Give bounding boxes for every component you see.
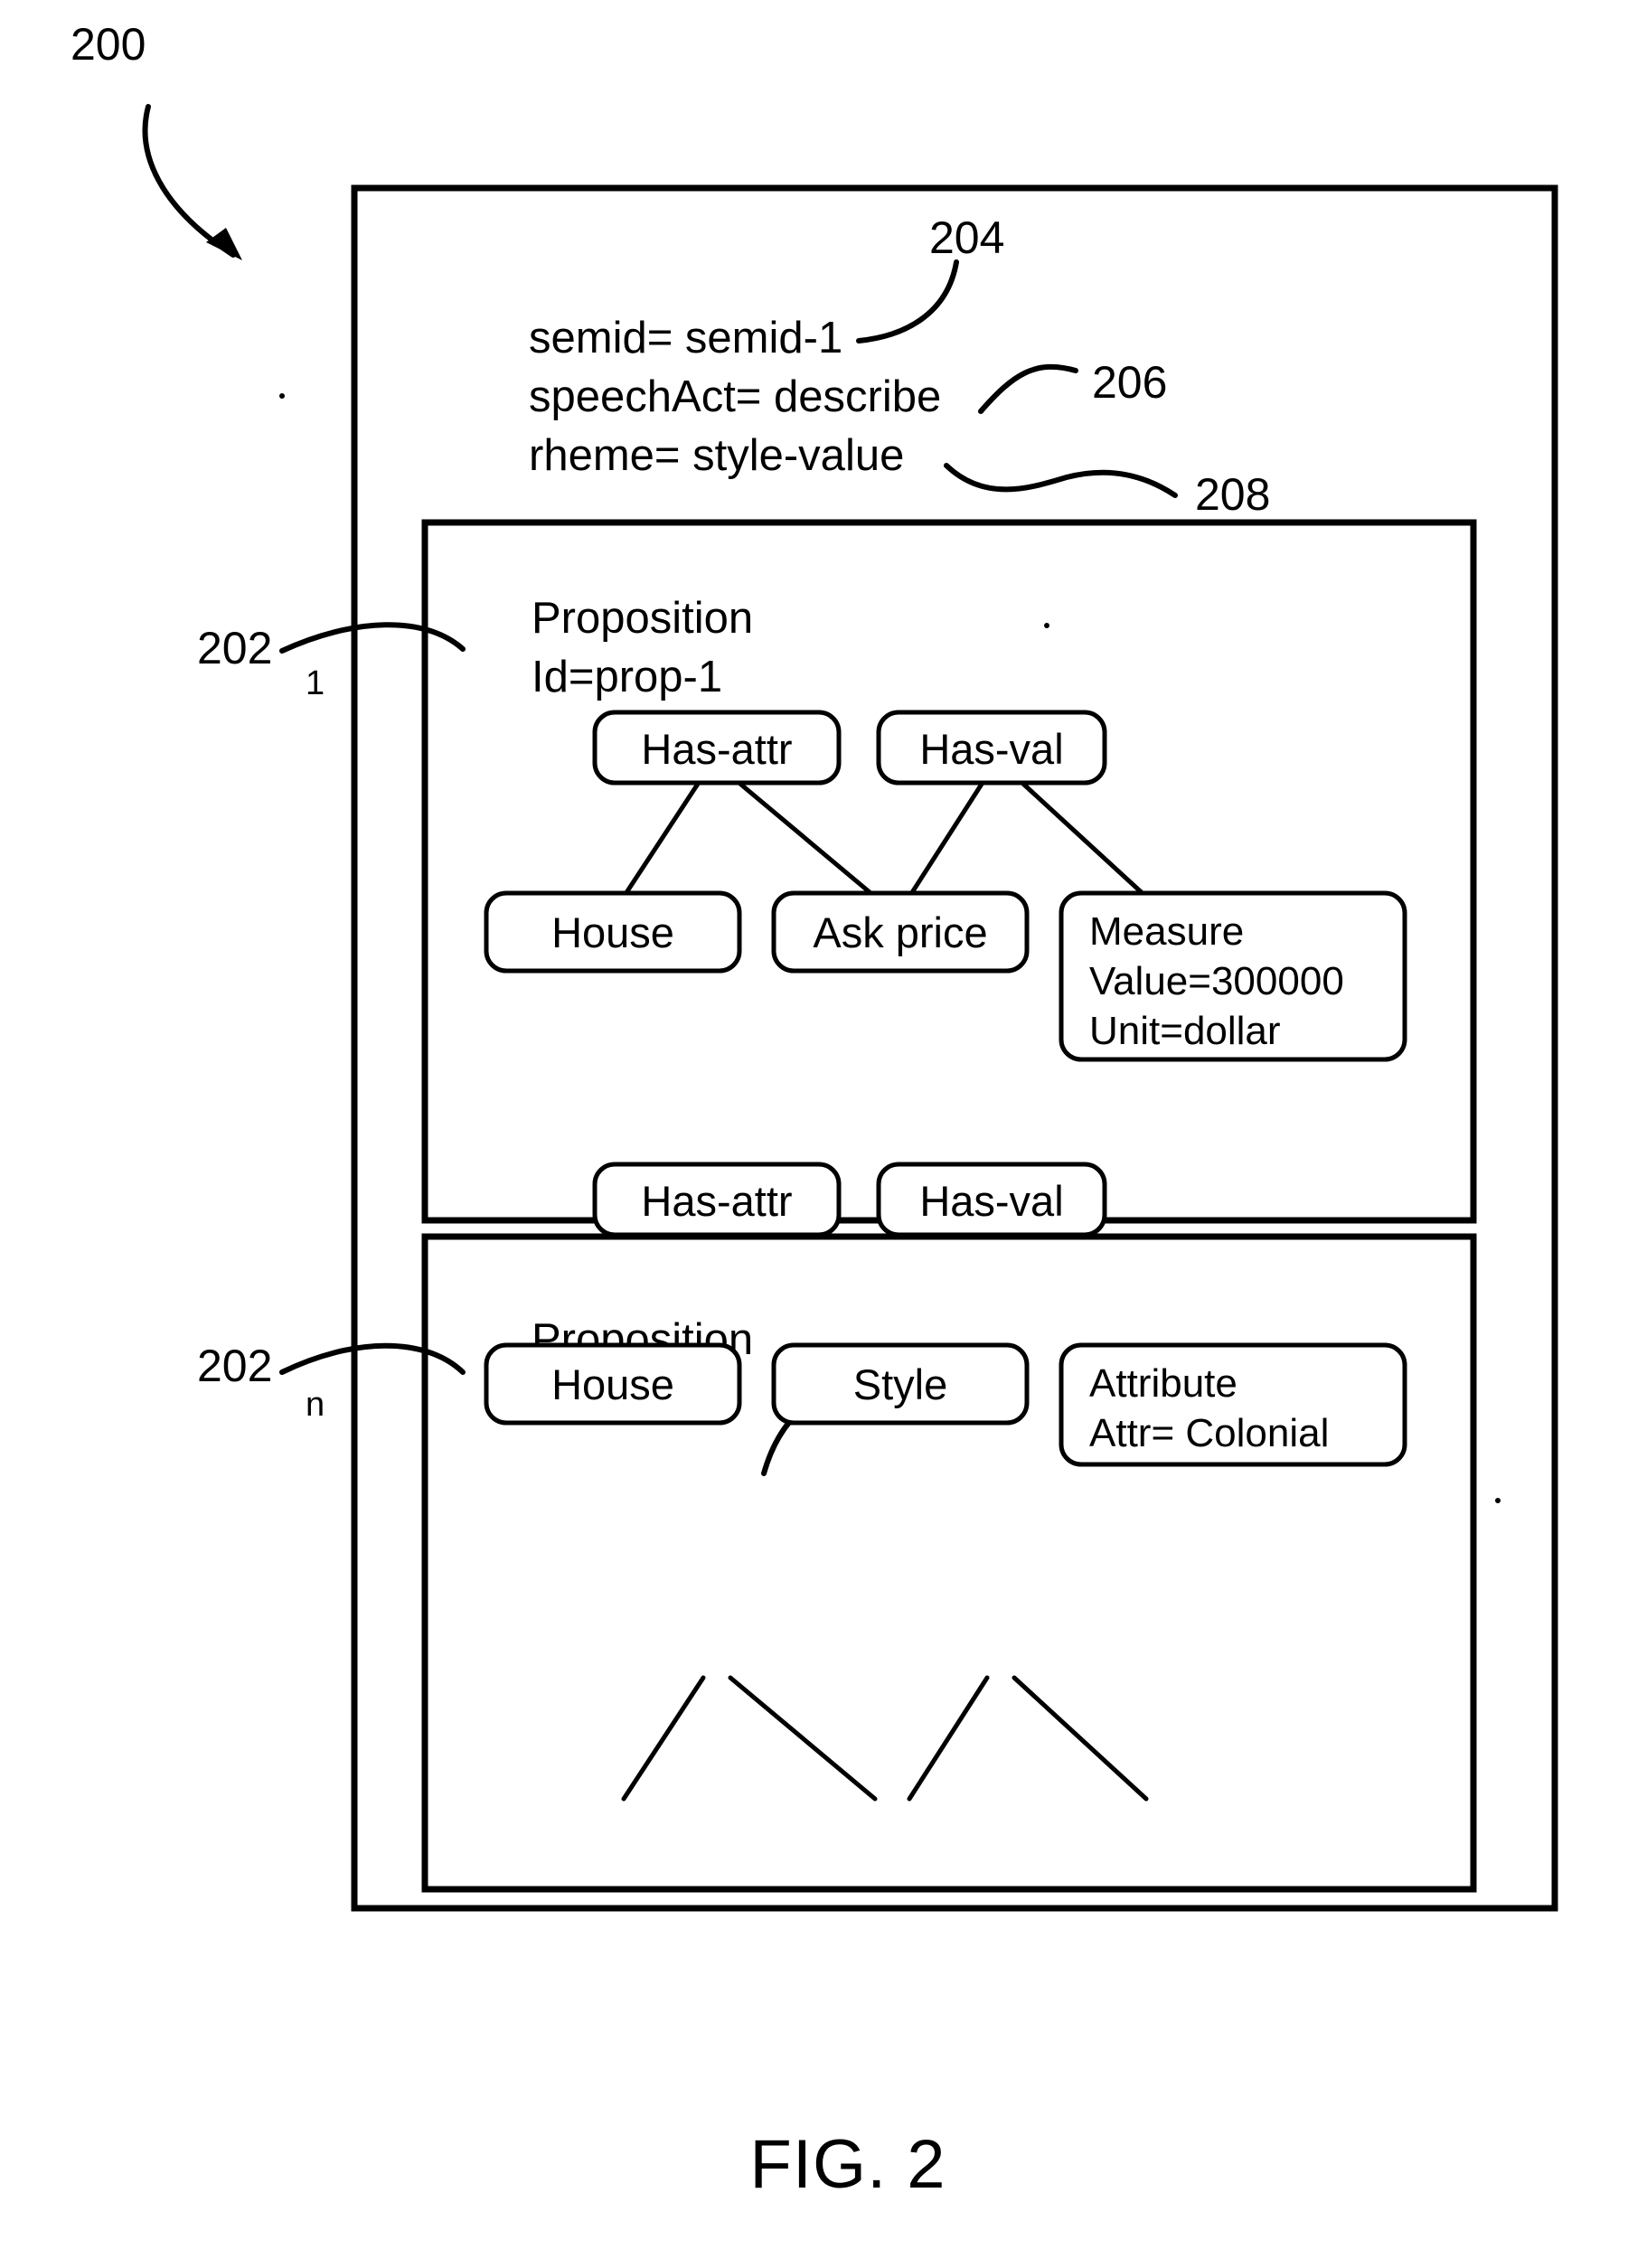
edge-hasval-measure-1 [1012,773,1149,899]
ref-label-200: 200 [71,19,146,70]
proposition-1-title: Proposition [532,594,753,643]
node-has-val-n-label: Has-val [919,1177,1063,1225]
ref-206-leader-line [978,363,1078,414]
edge-hasattr-house-n [621,1675,706,1802]
edge-hasval-attribute-n [1012,1675,1149,1802]
node-has-attr-n-label: Has-attr [641,1177,792,1225]
edge-hasval-askprice-1 [907,773,990,899]
edge-hasattr-house-1 [621,773,706,899]
speech-act-line: speechAct= describe [529,372,941,421]
node-house-n-label: House [551,1360,674,1408]
node-attribute-n-line-2: Attr= Colonial [1089,1411,1329,1455]
edge-hasval-style-n [907,1675,990,1802]
node-ask-price-1-label: Ask price [813,908,987,956]
patent-figure-2: 200 semid= semid-1 speechAct= describe r… [0,0,1628,2268]
edge-hasattr-askprice-1 [728,773,878,899]
ref-label-206: 206 [1092,357,1167,408]
semid-line: semid= semid-1 [529,314,842,362]
ref-200-arrowhead [206,228,242,260]
ref-label-202-1-subscript: 1 [306,664,325,702]
node-has-val-1-label: Has-val [919,725,1063,773]
node-measure-1-line-2: Value=300000 [1089,959,1344,1003]
rheme-line: rheme= style-value [529,431,904,480]
ref-204-leader-line [856,259,959,343]
node-house-1-label: House [551,908,674,956]
proposition-1-id: Id=prop-1 [532,653,722,701]
ref-label-202-1: 202 [197,623,272,673]
scan-speck-left [279,393,285,399]
edge-hasattr-style-n [728,1675,878,1802]
node-measure-1-line-1: Measure [1089,909,1244,954]
ref-202-n-leader-line [279,1342,466,1375]
node-has-attr-1-label: Has-attr [641,725,792,773]
node-style-n-label: Style [853,1360,948,1408]
scan-speck-right [1495,1498,1501,1503]
figure-caption: FIG. 2 [749,2126,946,2203]
ref-208-leader-line [944,463,1178,498]
ref-label-208: 208 [1195,469,1270,520]
scan-speck-mid [1044,623,1049,628]
node-measure-1-line-3: Unit=dollar [1089,1009,1281,1053]
ref-label-202-n: 202 [197,1341,272,1391]
ref-label-204: 204 [929,212,1004,263]
ref-label-202-n-subscript: n [306,1386,325,1424]
node-attribute-n-line-1: Attribute [1089,1361,1237,1406]
ref-202-1-leader-line [279,622,466,654]
